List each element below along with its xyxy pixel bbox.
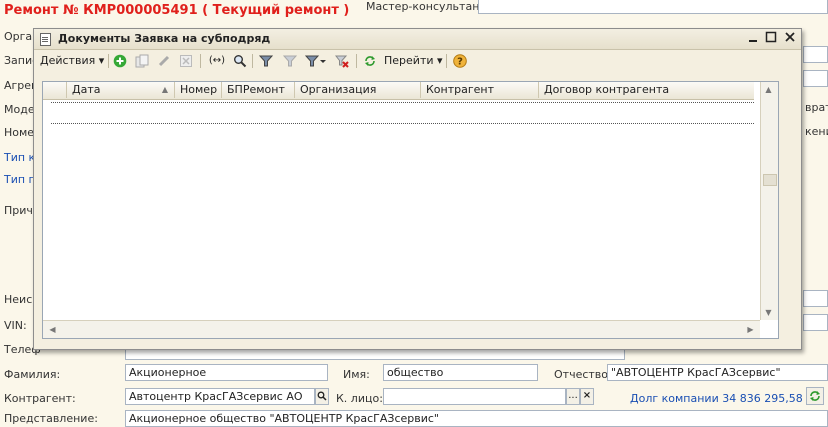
patronymic-field[interactable]: "АВТОЦЕНТР КрасГАЗсервис": [607, 364, 828, 381]
page-title: Ремонт № КМР000005491 ( Текущий ремонт ): [4, 3, 350, 18]
bg-field-right-2[interactable]: [803, 70, 828, 87]
close-icon[interactable]: [782, 31, 798, 47]
column-organization[interactable]: Организация: [295, 82, 421, 98]
vin-label: VIN:: [4, 319, 27, 332]
toolbar-divider: [446, 54, 447, 68]
name-field[interactable]: общество: [383, 364, 538, 381]
goto-label: Перейти: [384, 54, 434, 67]
bg-field-right-4[interactable]: [803, 314, 828, 331]
name-label: Имя:: [343, 368, 370, 381]
delete-icon[interactable]: [178, 52, 194, 70]
scroll-down-icon[interactable]: ▼: [761, 305, 776, 320]
contact-field[interactable]: [383, 388, 566, 405]
column-date[interactable]: Дата ▲: [67, 82, 175, 98]
header-marker: [43, 82, 67, 98]
sort-asc-icon: ▲: [161, 85, 168, 94]
master-consultant-field[interactable]: [478, 0, 828, 14]
column-contract[interactable]: Договор контрагента: [539, 82, 756, 98]
filter-dropdown-icon[interactable]: [304, 52, 328, 70]
scroll-left-icon[interactable]: ◀: [45, 322, 60, 337]
representation-field[interactable]: Акционерное общество "АВТОЦЕНТР КрасГАЗс…: [125, 410, 828, 427]
toolbar-divider: [252, 54, 253, 68]
contact-select-button[interactable]: ...: [566, 388, 580, 405]
swap-icon[interactable]: (↔): [206, 52, 228, 70]
filter-off-icon[interactable]: [282, 52, 298, 70]
horizontal-scrollbar[interactable]: ◀ ▶: [43, 320, 760, 338]
dialog-titlebar[interactable]: Документы Заявка на субподряд: [34, 29, 801, 50]
contact-clear-icon[interactable]: ×: [580, 388, 594, 405]
contractor-field[interactable]: Автоцентр КрасГАЗсервис АО: [125, 388, 315, 405]
filter-icon[interactable]: [258, 52, 274, 70]
surname-label: Фамилия:: [4, 368, 61, 381]
toolbar-divider: [200, 54, 201, 68]
bg-fragment-1: врат: [805, 101, 828, 114]
edit-icon[interactable]: [156, 52, 172, 70]
representation-label: Представление:: [4, 412, 98, 425]
toolbar-divider: [108, 54, 109, 68]
actions-label: Действия: [40, 54, 96, 67]
bg-fragment-2: кении: [805, 125, 828, 138]
clear-filter-icon[interactable]: [334, 52, 350, 70]
maximize-icon[interactable]: [763, 31, 779, 47]
search-icon[interactable]: [232, 52, 248, 70]
toolbar-divider: [356, 54, 357, 68]
scroll-up-icon[interactable]: ▲: [761, 82, 776, 97]
scroll-right-icon[interactable]: ▶: [743, 322, 758, 337]
scroll-thumb[interactable]: [763, 174, 777, 186]
vertical-scrollbar[interactable]: ▲ ▼: [760, 82, 778, 320]
debt-link[interactable]: Долг компании 34 836 295,58 р...: [630, 392, 824, 405]
copy-icon[interactable]: [134, 52, 150, 70]
bg-field-right-1[interactable]: [803, 46, 828, 63]
documents-dialog: Документы Заявка на субподряд Действия ▾…: [33, 28, 802, 350]
dialog-title: Документы Заявка на субподряд: [58, 32, 271, 45]
column-bp-repair[interactable]: БПРемонт: [222, 82, 295, 98]
contractor-label: Контрагент:: [4, 392, 76, 405]
minimize-icon[interactable]: [745, 31, 761, 47]
refresh-icon[interactable]: [362, 52, 378, 70]
svg-text:?: ?: [457, 57, 463, 68]
document-icon: [40, 33, 51, 46]
goto-menu[interactable]: Перейти ▾: [384, 52, 443, 70]
add-icon[interactable]: [112, 52, 128, 70]
bg-field-right-3[interactable]: [803, 290, 828, 307]
contractor-search-icon[interactable]: [315, 388, 329, 405]
documents-table[interactable]: Дата ▲ Номер БПРемонт Организация Контраг…: [42, 81, 779, 339]
patronymic-label: Отчество:: [554, 368, 612, 381]
help-icon[interactable]: ?: [452, 52, 468, 70]
dialog-toolbar: Действия ▾ (↔) Перейти ▾ ?: [38, 51, 797, 71]
contact-label: К. лицо:: [336, 392, 383, 405]
table-header: Дата ▲ Номер БПРемонт Организация Контраг…: [43, 82, 754, 100]
surname-field[interactable]: Акционерное: [125, 364, 328, 381]
column-contractor[interactable]: Контрагент: [421, 82, 539, 98]
refresh-debt-icon[interactable]: [806, 387, 824, 405]
column-number[interactable]: Номер: [175, 82, 222, 98]
master-consultant-label: Мастер-консультант:: [366, 0, 490, 13]
actions-menu[interactable]: Действия ▾: [40, 52, 104, 70]
table-row[interactable]: [51, 102, 754, 124]
